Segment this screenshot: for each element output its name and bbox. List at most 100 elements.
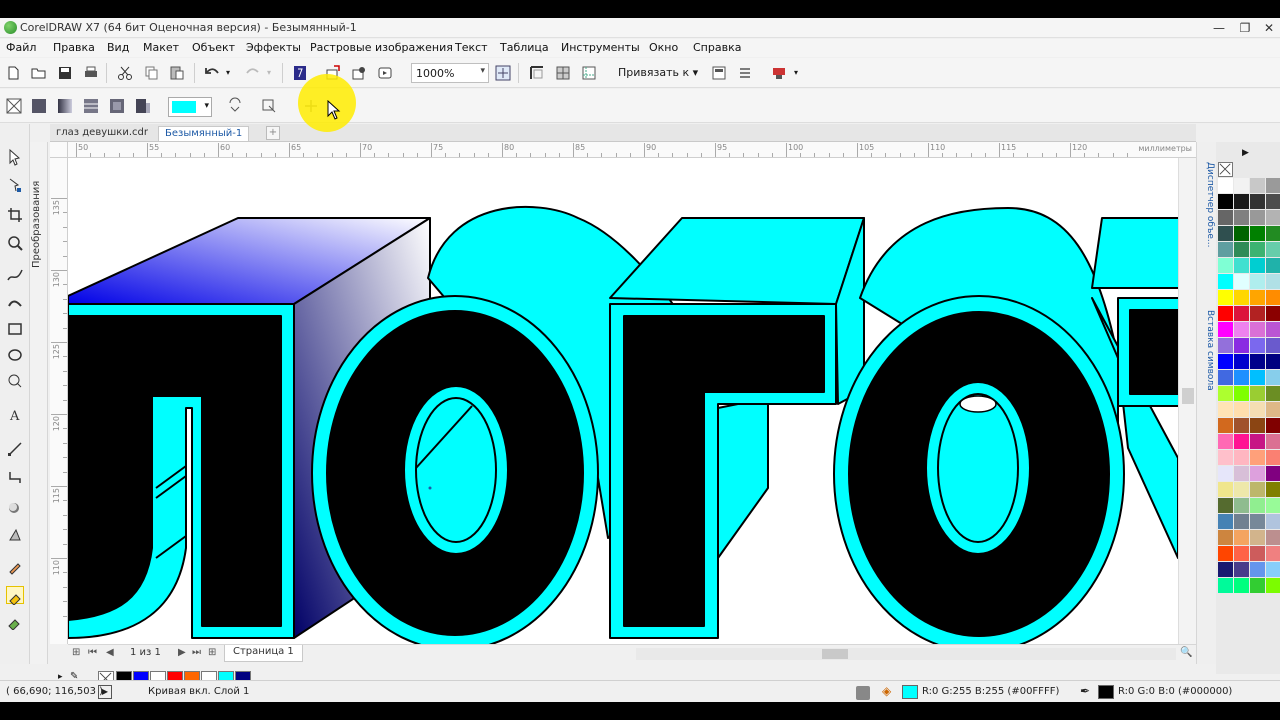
palette-swatch[interactable] (1234, 242, 1249, 257)
palette-swatch[interactable] (1218, 514, 1233, 529)
palette-swatch[interactable] (1234, 290, 1249, 305)
palette-swatch[interactable] (1234, 514, 1249, 529)
palette-swatch[interactable] (1250, 498, 1265, 513)
zoom-navigator-icon[interactable]: 🔍 (1180, 647, 1192, 658)
palette-swatch[interactable] (1218, 450, 1233, 465)
palette-swatch[interactable] (1266, 418, 1280, 433)
palette-swatch[interactable] (1250, 402, 1265, 417)
tab-eye-document[interactable]: глаз девушки.cdr (50, 126, 154, 141)
options-icon[interactable] (736, 64, 754, 82)
palette-swatch[interactable] (1234, 210, 1249, 225)
search-content-icon[interactable] (291, 64, 309, 82)
uniform-fill-icon[interactable] (30, 97, 48, 115)
freehand-tool-icon[interactable] (6, 266, 24, 284)
palette-swatch[interactable] (1266, 530, 1280, 545)
palette-swatch[interactable] (1266, 226, 1280, 241)
open-folder-icon[interactable] (30, 64, 48, 82)
menu-table[interactable]: Таблица (500, 41, 549, 54)
zoom-tool-icon[interactable] (6, 234, 24, 252)
palette-swatch[interactable] (1218, 386, 1233, 401)
undo-icon[interactable] (203, 64, 221, 82)
transparency-tool-icon[interactable] (6, 526, 24, 544)
palette-swatch[interactable] (1266, 290, 1280, 305)
palette-swatch[interactable] (1218, 226, 1233, 241)
palette-swatch[interactable] (1250, 466, 1265, 481)
letter-t-face[interactable] (1129, 309, 1178, 395)
palette-swatch[interactable] (1250, 306, 1265, 321)
status-outline-swatch[interactable] (1098, 685, 1114, 699)
palette-swatch[interactable] (1218, 242, 1233, 257)
palette-swatch[interactable] (1250, 370, 1265, 385)
fountain-fill-icon[interactable] (56, 97, 74, 115)
palette-swatch[interactable] (1250, 450, 1265, 465)
color-eyedropper-tool-icon[interactable] (6, 558, 24, 576)
logo-artwork[interactable] (68, 158, 1178, 644)
parallel-dimension-tool-icon[interactable] (6, 440, 24, 458)
palette-swatch[interactable] (1218, 274, 1233, 289)
palette-swatch[interactable] (1250, 242, 1265, 257)
palette-swatch[interactable] (1218, 370, 1233, 385)
fill-color-picker[interactable]: ▾ (168, 97, 212, 117)
palette-swatch[interactable] (1250, 386, 1265, 401)
horizontal-scroll-thumb[interactable] (822, 649, 848, 659)
palette-swatch[interactable] (1218, 306, 1233, 321)
palette-swatch[interactable] (1218, 562, 1233, 577)
palette-swatch[interactable] (1218, 322, 1233, 337)
palette-swatch[interactable] (1266, 578, 1280, 593)
palette-swatch[interactable] (1234, 546, 1249, 561)
crop-tool-icon[interactable] (6, 206, 24, 224)
print-icon[interactable] (82, 64, 100, 82)
new-document-icon[interactable] (4, 64, 22, 82)
first-page-icon[interactable]: ⏮ (88, 647, 97, 658)
palette-swatch[interactable] (1218, 290, 1233, 305)
palette-swatch[interactable] (1266, 498, 1280, 513)
zoom-level-select[interactable]: 1000% ▾ (411, 63, 489, 83)
palette-swatch[interactable] (1234, 402, 1249, 417)
palette-scroll-up-icon[interactable]: ▶ (1242, 148, 1249, 158)
palette-swatch[interactable] (1234, 322, 1249, 337)
palette-swatch[interactable] (1234, 194, 1249, 209)
letter-t-extrude[interactable] (1091, 217, 1178, 289)
full-screen-preview-icon[interactable] (494, 64, 512, 82)
smart-fill-tool-icon[interactable] (6, 612, 24, 631)
palette-swatch[interactable] (1250, 210, 1265, 225)
vertical-scrollbar[interactable] (1178, 158, 1196, 644)
palette-swatch[interactable] (1218, 178, 1233, 193)
palette-swatch[interactable] (1250, 226, 1265, 241)
palette-swatch[interactable] (1234, 354, 1249, 369)
palette-swatch[interactable] (1218, 402, 1233, 417)
previous-page-icon[interactable]: ◀ (106, 647, 114, 658)
palette-swatch[interactable] (1234, 226, 1249, 241)
palette-swatch[interactable] (1250, 290, 1265, 305)
palette-swatch[interactable] (1218, 258, 1233, 273)
no-fill-icon[interactable] (5, 97, 23, 115)
palette-swatch[interactable] (1250, 482, 1265, 497)
palette-swatch[interactable] (1234, 338, 1249, 353)
maximize-button[interactable]: ❐ (1232, 18, 1258, 38)
palette-swatch[interactable] (1266, 434, 1280, 449)
letter-g-extrude[interactable] (609, 217, 865, 305)
show-rulers-icon[interactable] (528, 64, 546, 82)
paste-icon[interactable] (168, 64, 186, 82)
palette-swatch[interactable] (1250, 578, 1265, 593)
publish-pdf-icon[interactable] (376, 64, 394, 82)
connector-tool-icon[interactable] (6, 468, 24, 486)
close-button[interactable]: ✕ (1256, 18, 1280, 38)
palette-swatch[interactable] (1218, 498, 1233, 513)
menu-file[interactable]: Файл (6, 41, 36, 54)
palette-swatch[interactable] (1250, 434, 1265, 449)
save-icon[interactable] (56, 64, 74, 82)
palette-swatch[interactable] (1250, 546, 1265, 561)
status-fill-swatch[interactable] (902, 685, 918, 699)
minimize-button[interactable]: — (1206, 18, 1232, 38)
palette-swatch[interactable] (1266, 322, 1280, 337)
menu-view[interactable]: Вид (107, 41, 129, 54)
palette-swatch[interactable] (1250, 274, 1265, 289)
launcher-dropdown-icon[interactable]: ▾ (794, 68, 798, 77)
palette-swatch[interactable] (1266, 546, 1280, 561)
palette-swatch[interactable] (1266, 466, 1280, 481)
palette-swatch[interactable] (1266, 306, 1280, 321)
letter-o1-counter[interactable] (415, 397, 497, 543)
palette-swatch[interactable] (1218, 210, 1233, 225)
pick-tool-icon[interactable] (6, 148, 24, 166)
